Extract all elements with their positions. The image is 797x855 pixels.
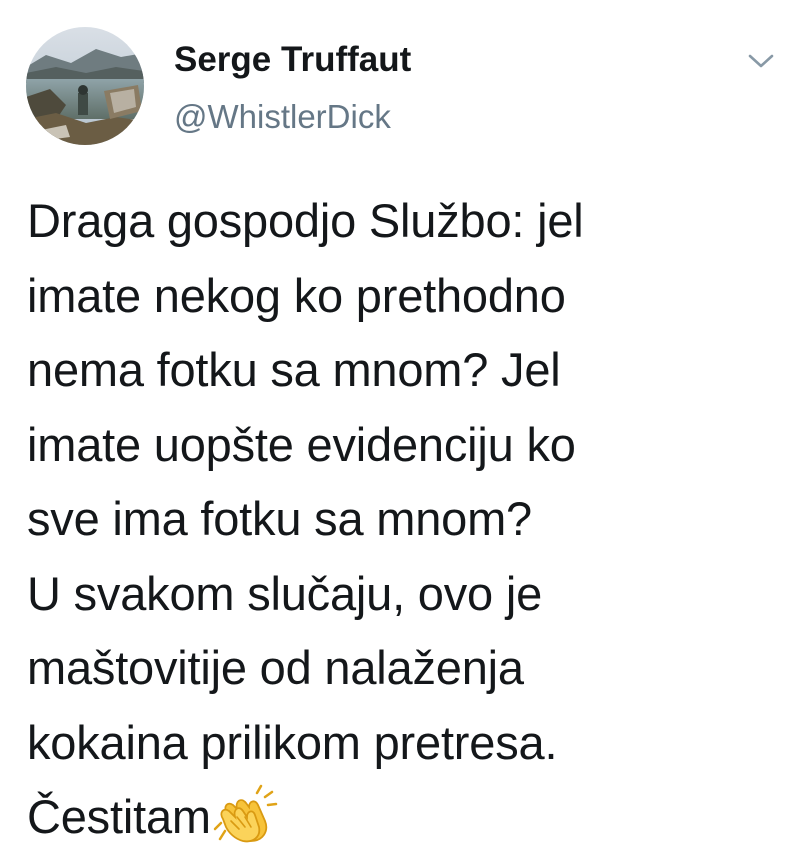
tweet-text: Draga gospodjo Službo: jel imate nekog k… bbox=[27, 184, 787, 855]
tweet-line: kokaina prilikom pretresa. bbox=[27, 715, 558, 769]
chevron-down-icon bbox=[748, 54, 774, 68]
tweet-line: imate nekog ko prethodno bbox=[27, 268, 566, 322]
tweet-line: sve ima fotku sa mnom? bbox=[27, 492, 532, 545]
clapping-hands-icon bbox=[213, 783, 279, 845]
tweet-line: maštovitije od nalaženja bbox=[27, 641, 524, 694]
user-handle[interactable]: @WhistlerDick bbox=[174, 98, 411, 136]
tweet-line: nema fotku sa mnom? Jel bbox=[27, 343, 561, 396]
tweet-line-text: Čestitam bbox=[27, 790, 211, 843]
tweet-line: Draga gospodjo Službo: jel bbox=[27, 194, 584, 247]
avatar[interactable] bbox=[26, 27, 144, 145]
display-name[interactable]: Serge Truffaut bbox=[174, 40, 411, 80]
author-block: Serge Truffaut @WhistlerDick bbox=[174, 40, 411, 136]
profile-photo-icon bbox=[26, 27, 144, 145]
tweet-last-line: Čestitam bbox=[27, 780, 787, 855]
tweet-card: Serge Truffaut @WhistlerDick Draga gospo… bbox=[0, 0, 797, 844]
tweet-line: U svakom slučaju, ovo je bbox=[27, 566, 543, 620]
tweet-menu-button[interactable] bbox=[746, 50, 776, 72]
tweet-line: imate uopšte evidenciju ko bbox=[27, 417, 576, 471]
